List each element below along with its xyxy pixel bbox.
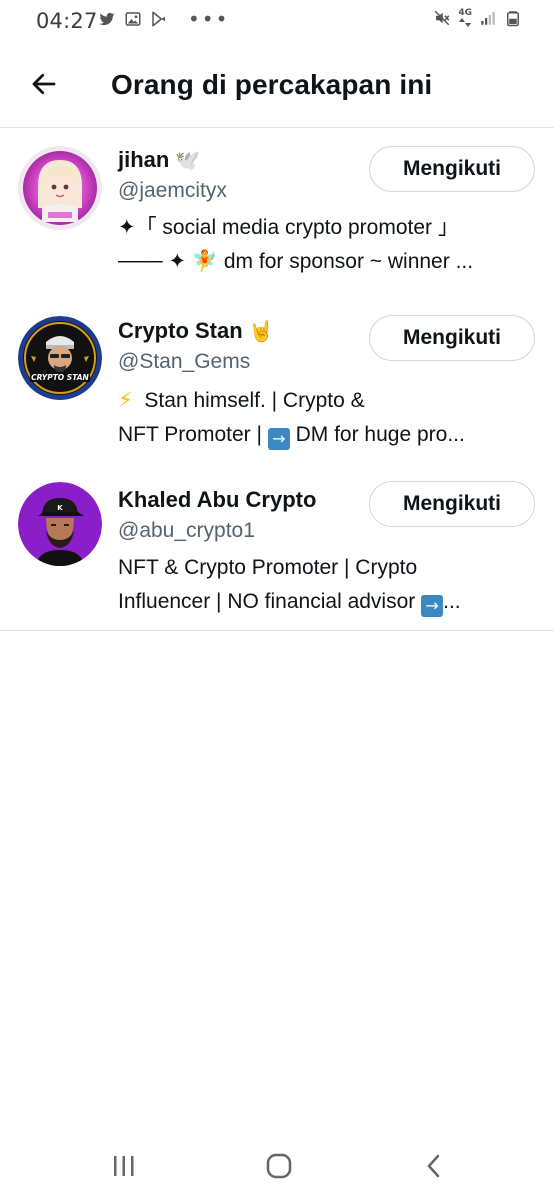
- crypto-stan-avatar-icon: CRYPTO STAN: [18, 316, 102, 400]
- network-type: 4G: [458, 9, 472, 27]
- bio-text: ...: [443, 590, 461, 613]
- bio-text: Stan himself. | Crypto &: [144, 389, 365, 412]
- list-item[interactable]: CRYPTO STAN Crypto Stan 🤘 @Stan_Gems ⚡ S…: [0, 299, 554, 465]
- bio-line: NFT & Crypto Promoter | Crypto: [118, 556, 418, 579]
- cartoon-man-avatar-icon: K: [18, 482, 102, 566]
- user-handle: @abu_crypto1: [118, 519, 255, 542]
- right-arrow-icon: →: [267, 428, 290, 450]
- name-row: Crypto Stan 🤘: [118, 318, 274, 344]
- avatar-label: CRYPTO STAN: [31, 373, 89, 382]
- following-button[interactable]: Mengikuti: [369, 481, 535, 527]
- right-arrow-icon: →: [421, 595, 444, 617]
- following-button[interactable]: Mengikuti: [369, 315, 535, 361]
- name-row: jihan 🕊️: [118, 147, 200, 173]
- more-notifications-dots: •••: [188, 7, 230, 31]
- display-name[interactable]: jihan: [118, 147, 169, 173]
- cartoon-girl-avatar-icon: [18, 146, 102, 230]
- list-item[interactable]: jihan 🕊️ @jaemcityx ✦「 social media cryp…: [0, 129, 554, 299]
- image-icon: [125, 12, 141, 26]
- system-icons: 4G: [433, 9, 522, 27]
- avatar[interactable]: [18, 146, 102, 230]
- page-header: Orang di percakapan ini: [0, 42, 554, 128]
- signal-icon: [481, 12, 495, 25]
- system-nav-bar: [0, 1128, 554, 1200]
- avatar[interactable]: K: [18, 482, 102, 566]
- play-store-icon: [152, 11, 165, 27]
- bio-line: ─── ✦ 🧚 dm for sponsor ~ winner ...: [118, 250, 474, 273]
- mute-icon: [435, 10, 450, 26]
- status-bar: 04:27 ••• 4G: [0, 0, 554, 40]
- user-bio: ⚡ Stan himself. | Crypto & NFT Promoter …: [118, 383, 538, 452]
- bio-line: ✦「 social media crypto promoter 」: [118, 216, 459, 239]
- twitter-icon: [99, 12, 115, 26]
- user-handle: @Stan_Gems: [118, 350, 251, 373]
- display-name[interactable]: Crypto Stan: [118, 318, 243, 344]
- name-row: Khaled Abu Crypto: [118, 487, 316, 513]
- people-list: jihan 🕊️ @jaemcityx ✦「 social media cryp…: [0, 129, 554, 631]
- page-title: Orang di percakapan ini: [111, 69, 433, 100]
- recent-apps-icon: [114, 1156, 134, 1176]
- recent-apps-button[interactable]: [94, 1148, 154, 1184]
- bio-text: DM for huge pro...: [289, 423, 465, 446]
- back-button[interactable]: [24, 64, 64, 104]
- rock-hand-emoji: 🤘: [248, 320, 274, 343]
- bio-line: ⚡ Stan himself. | Crypto &: [118, 383, 538, 418]
- back-arrow-icon: [32, 73, 56, 95]
- user-handle: @jaemcityx: [118, 179, 227, 202]
- dove-emoji: 🕊️: [175, 149, 201, 172]
- back-icon: [427, 1154, 440, 1178]
- data-arrows-icon: [459, 18, 472, 27]
- home-icon: [266, 1153, 292, 1179]
- user-bio: ✦「 social media crypto promoter 」 ─── ✦ …: [118, 211, 538, 279]
- bio-text: Influencer | NO financial advisor: [118, 590, 422, 613]
- avatar[interactable]: CRYPTO STAN: [18, 316, 102, 400]
- following-button[interactable]: Mengikuti: [369, 146, 535, 192]
- user-bio: NFT & Crypto Promoter | Crypto Influence…: [118, 551, 538, 619]
- display-name[interactable]: Khaled Abu Crypto: [118, 487, 316, 513]
- bio-line: NFT Promoter | → DM for huge pro...: [118, 418, 538, 452]
- battery-icon: [507, 11, 519, 27]
- nav-back-button[interactable]: [404, 1148, 464, 1184]
- notification-icons: •••: [98, 7, 230, 31]
- bio-text: NFT Promoter |: [118, 423, 268, 446]
- home-button[interactable]: [249, 1148, 309, 1184]
- bio-line: Influencer | NO financial advisor →...: [118, 585, 538, 619]
- status-time: 04:27: [36, 9, 98, 33]
- network-label: 4G: [458, 8, 472, 18]
- list-item[interactable]: K Khaled Abu Crypto @abu_crypto1 NFT & C…: [0, 465, 554, 631]
- lightning-icon: ⚡: [118, 388, 133, 412]
- svg-text:K: K: [57, 504, 63, 512]
